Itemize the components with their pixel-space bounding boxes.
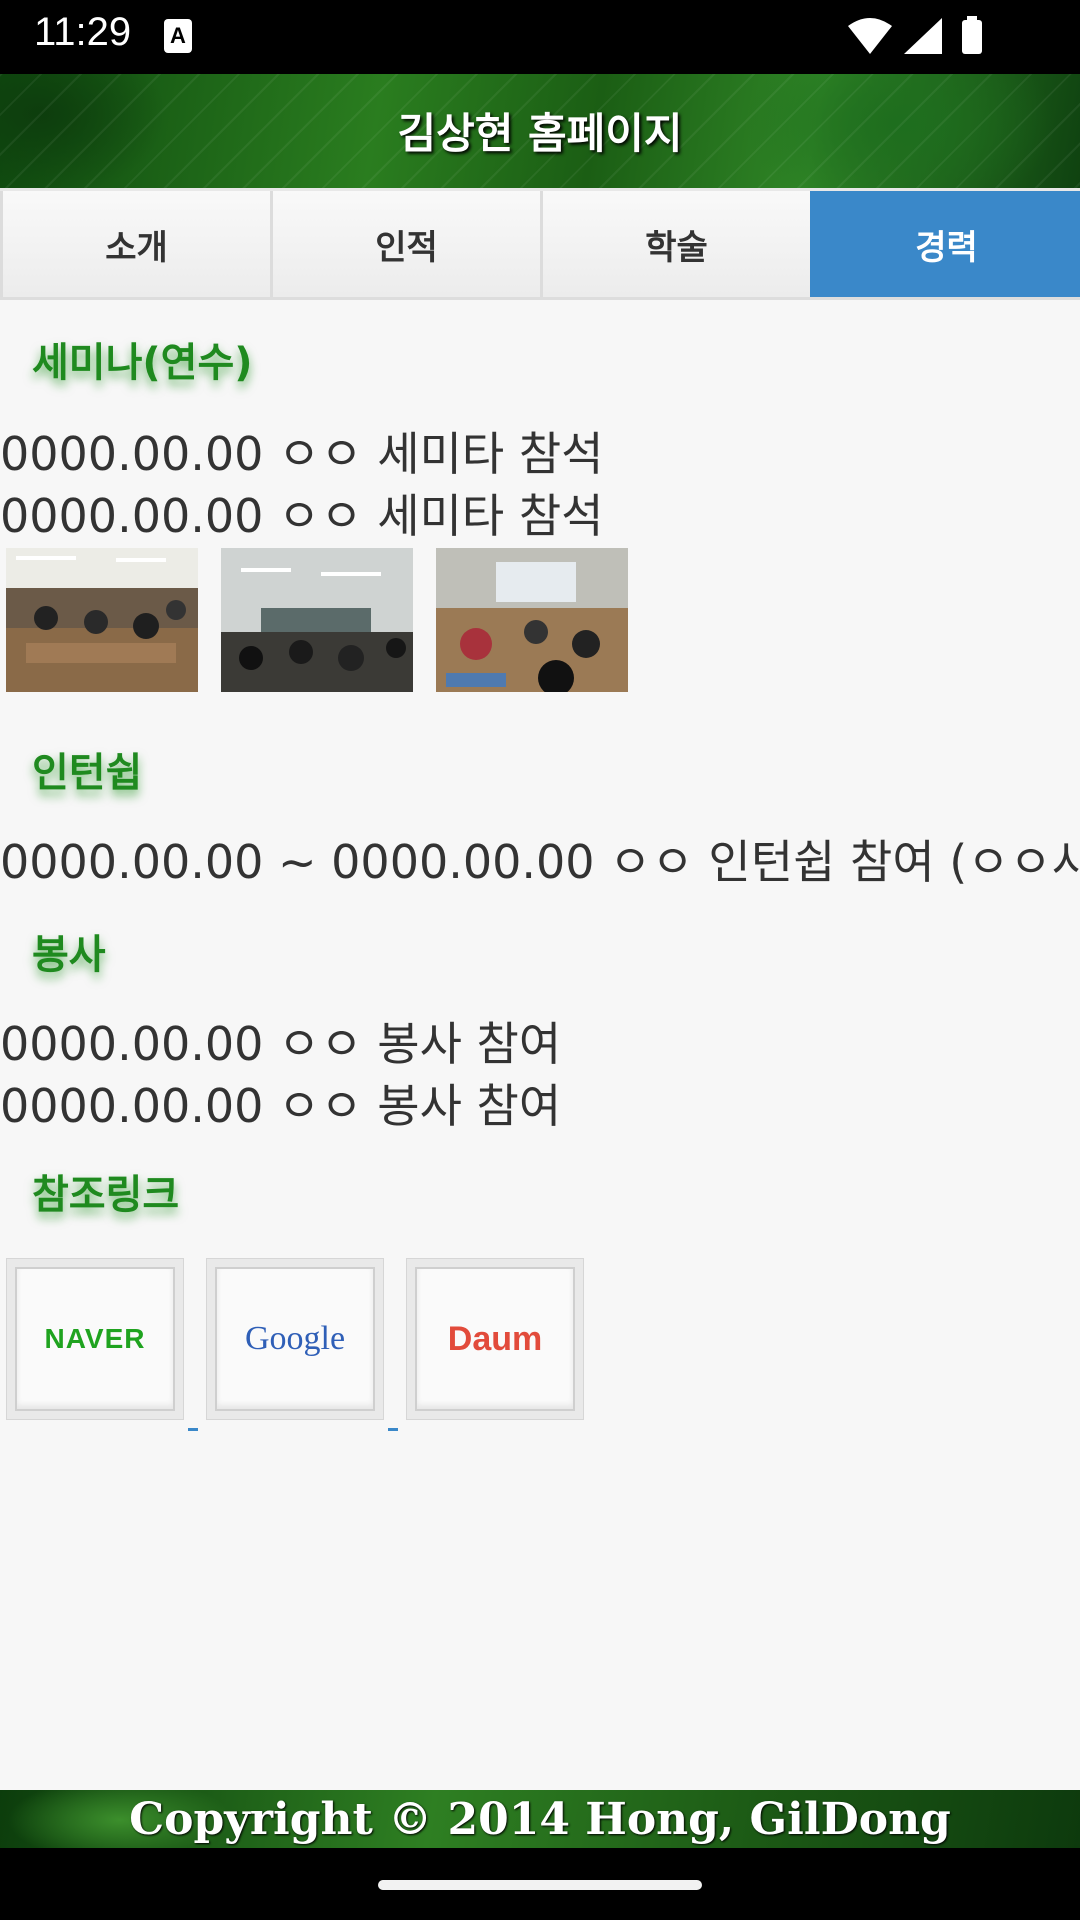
- section-title-seminar: 세미나(연수): [32, 340, 253, 386]
- seminar-photo[interactable]: [6, 548, 198, 692]
- seminar-photo[interactable]: [436, 548, 628, 692]
- status-bar: 11:29 A: [0, 0, 1080, 74]
- system-icons: [848, 16, 982, 54]
- battery-icon: [962, 20, 982, 54]
- tab-bar: 소개 인적 학술 경력: [0, 191, 1080, 300]
- naver-link[interactable]: NAVER: [6, 1258, 184, 1420]
- tab-intro[interactable]: 소개: [0, 191, 270, 297]
- page-footer: Copyright © 2014 Hong, GilDong: [0, 1790, 1080, 1848]
- seminar-line: 0000.00.00 ㅇㅇ 세미타 참석: [0, 427, 604, 481]
- section-title-volunteer: 봉사: [32, 932, 106, 978]
- tab-academic[interactable]: 학술: [540, 191, 810, 297]
- daum-logo: Daum: [415, 1267, 575, 1411]
- volunteer-line: 0000.00.00 ㅇㅇ 봉사 참여: [0, 1079, 562, 1133]
- seminar-line: 0000.00.00 ㅇㅇ 세미타 참석: [0, 489, 604, 543]
- google-logo: Google: [215, 1267, 375, 1411]
- volunteer-line: 0000.00.00 ㅇㅇ 봉사 참여: [0, 1017, 562, 1071]
- google-link[interactable]: Google: [206, 1258, 384, 1420]
- link-underline: [188, 1428, 198, 1431]
- page-header: 김상현 홈페이지: [0, 74, 1080, 191]
- link-underline: [388, 1428, 398, 1431]
- naver-logo: NAVER: [15, 1267, 175, 1411]
- daum-link[interactable]: Daum: [406, 1258, 584, 1420]
- notification-a-icon: A: [164, 19, 192, 53]
- page-title: 김상현 홈페이지: [397, 109, 683, 158]
- wifi-icon: [848, 18, 892, 54]
- status-time: 11:29: [34, 10, 132, 54]
- tab-personal[interactable]: 인적: [270, 191, 540, 297]
- signal-icon: [904, 18, 942, 54]
- seminar-photo[interactable]: [221, 548, 413, 692]
- tab-career[interactable]: 경력: [810, 191, 1080, 297]
- internship-line: 0000.00.00 ~ 0000.00.00 ㅇㅇ 인턴쉽 참여 (ㅇㅇ사): [0, 835, 1080, 889]
- system-nav-bar: [0, 1848, 1080, 1920]
- copyright-text: Copyright © 2014 Hong, GilDong: [129, 1794, 951, 1845]
- section-title-internship: 인턴쉽: [32, 750, 143, 796]
- home-gesture-handle[interactable]: [378, 1880, 702, 1890]
- section-title-links: 참조링크: [32, 1172, 180, 1218]
